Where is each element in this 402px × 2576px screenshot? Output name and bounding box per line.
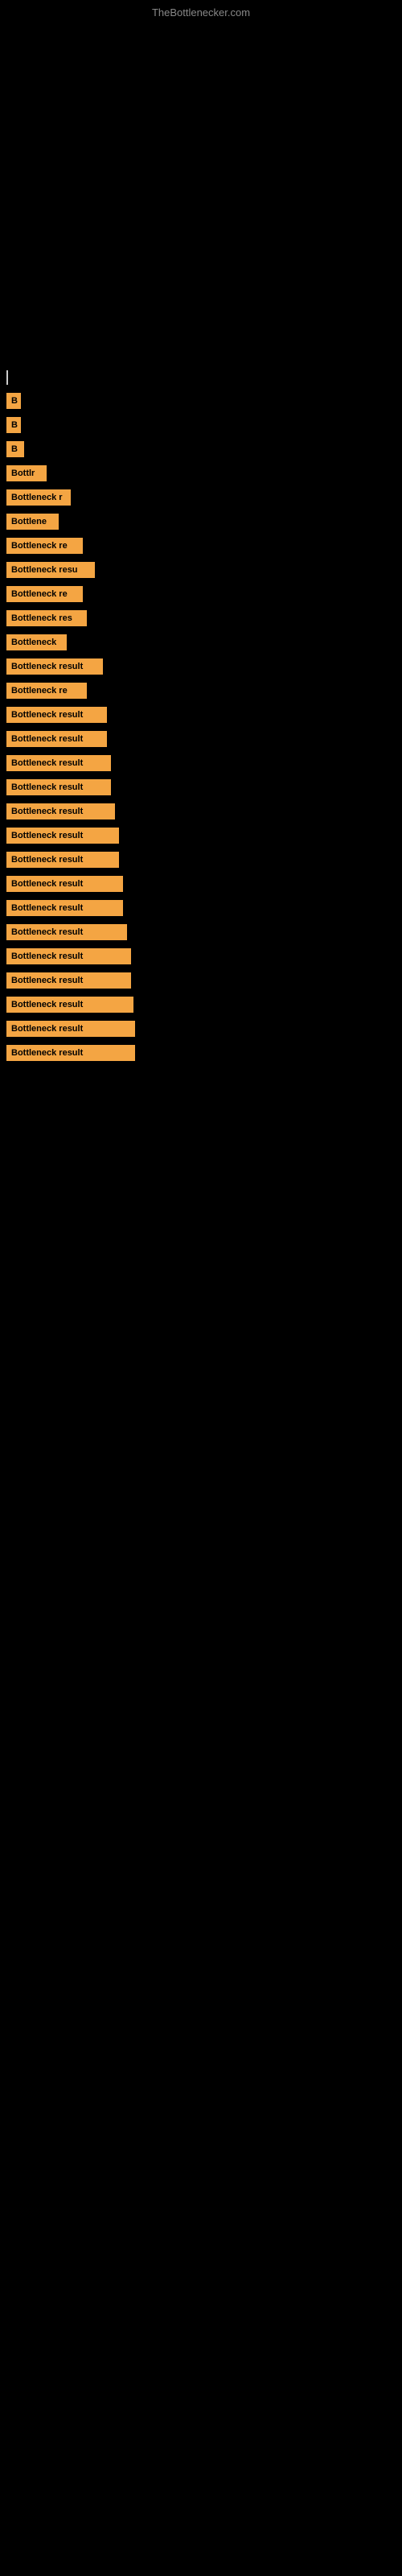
bottleneck-result-badge: Bottleneck result xyxy=(6,1021,135,1037)
bottleneck-result-badge: Bottleneck resu xyxy=(6,562,95,578)
list-item: Bottleneck result xyxy=(6,1021,396,1037)
bottleneck-result-badge: Bottleneck result xyxy=(6,876,123,892)
bottleneck-result-badge: Bottleneck result xyxy=(6,972,131,989)
site-title: TheBottlenecker.com xyxy=(152,6,250,19)
list-item: Bottleneck re xyxy=(6,683,396,699)
bottleneck-result-badge: Bottleneck result xyxy=(6,924,127,940)
list-item: Bottleneck result xyxy=(6,900,396,916)
bottleneck-result-badge: Bottleneck result xyxy=(6,1045,135,1061)
list-item: B xyxy=(6,417,396,433)
list-item: Bottleneck result xyxy=(6,828,396,844)
bottleneck-result-badge: Bottleneck r xyxy=(6,489,71,506)
bottleneck-result-badge: Bottleneck result xyxy=(6,828,119,844)
bottleneck-result-badge: Bottleneck res xyxy=(6,610,87,626)
list-item: Bottleneck result xyxy=(6,658,396,675)
list-item: Bottleneck result xyxy=(6,948,396,964)
list-item: Bottleneck result xyxy=(6,852,396,868)
list-item: Bottlene xyxy=(6,514,396,530)
list-item: Bottleneck result xyxy=(6,876,396,892)
list-item: Bottleneck result xyxy=(6,924,396,940)
bottleneck-result-badge: Bottleneck re xyxy=(6,538,83,554)
bottleneck-result-badge: Bottleneck result xyxy=(6,997,133,1013)
bottleneck-result-badge: B xyxy=(6,393,21,409)
list-item: Bottleneck result xyxy=(6,997,396,1013)
results-container: BBBBottlrBottleneck rBottleneBottleneck … xyxy=(0,370,402,1069)
list-item: Bottleneck r xyxy=(6,489,396,506)
cursor-indicator xyxy=(6,370,8,385)
bottleneck-result-badge: Bottleneck result xyxy=(6,900,123,916)
list-item: Bottleneck xyxy=(6,634,396,650)
bottleneck-result-badge: Bottleneck result xyxy=(6,803,115,819)
bottleneck-result-badge: B xyxy=(6,417,21,433)
list-item: B xyxy=(6,441,396,457)
bottleneck-result-badge: Bottleneck result xyxy=(6,948,131,964)
bottleneck-result-badge: Bottleneck result xyxy=(6,852,119,868)
bottleneck-result-badge: B xyxy=(6,441,24,457)
bottleneck-result-badge: Bottlr xyxy=(6,465,47,481)
list-item xyxy=(6,370,396,385)
bottleneck-result-badge: Bottleneck re xyxy=(6,586,83,602)
list-item: Bottleneck re xyxy=(6,586,396,602)
bottleneck-result-badge: Bottleneck result xyxy=(6,658,103,675)
bottleneck-result-badge: Bottleneck result xyxy=(6,755,111,771)
bottleneck-result-badge: Bottleneck re xyxy=(6,683,87,699)
bottleneck-result-badge: Bottleneck xyxy=(6,634,67,650)
bottleneck-result-badge: Bottleneck result xyxy=(6,731,107,747)
list-item: Bottleneck result xyxy=(6,707,396,723)
list-item: Bottleneck result xyxy=(6,755,396,771)
list-item: Bottlr xyxy=(6,465,396,481)
bottleneck-result-badge: Bottleneck result xyxy=(6,779,111,795)
bottleneck-result-badge: Bottlene xyxy=(6,514,59,530)
list-item: Bottleneck result xyxy=(6,779,396,795)
list-item: Bottleneck resu xyxy=(6,562,396,578)
list-item: Bottleneck res xyxy=(6,610,396,626)
list-item: Bottleneck result xyxy=(6,803,396,819)
list-item: Bottleneck result xyxy=(6,972,396,989)
list-item: Bottleneck re xyxy=(6,538,396,554)
list-item: Bottleneck result xyxy=(6,1045,396,1061)
bottleneck-result-badge: Bottleneck result xyxy=(6,707,107,723)
list-item: B xyxy=(6,393,396,409)
list-item: Bottleneck result xyxy=(6,731,396,747)
